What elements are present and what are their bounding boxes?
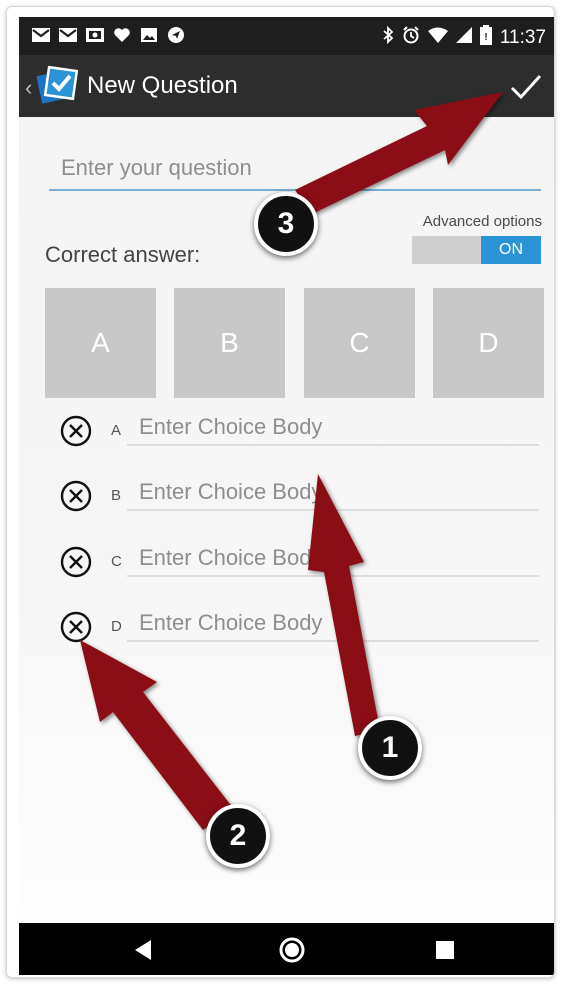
bluetooth-icon <box>382 25 394 50</box>
back-chevron-icon[interactable]: ‹ <box>25 75 32 101</box>
app-logo-icon[interactable] <box>36 65 81 105</box>
confirm-checkmark-icon[interactable] <box>506 66 546 106</box>
signal-icon <box>455 27 472 49</box>
choice-letter: A <box>111 422 122 439</box>
status-time: 11:37 <box>499 27 546 48</box>
callout-3: 3 <box>254 192 318 256</box>
photo-icon <box>85 26 105 44</box>
status-bar: ! 11:37 <box>19 17 554 55</box>
choice-body-input[interactable] <box>127 541 539 577</box>
toggle-state: ON <box>481 236 541 264</box>
home-circle-icon[interactable] <box>277 935 307 965</box>
question-input[interactable] <box>49 147 541 191</box>
choice-letter: B <box>111 487 122 504</box>
answer-button-d[interactable]: D <box>433 288 544 398</box>
image-icon <box>139 26 159 44</box>
navigation-bar <box>19 923 554 975</box>
choice-row-c: C <box>59 541 539 581</box>
choice-body-input[interactable] <box>127 410 539 446</box>
phone-screen: ! 11:37 ‹ New Question Advanced options <box>19 17 554 975</box>
choice-letter: D <box>111 618 122 635</box>
remove-choice-icon[interactable] <box>59 479 93 513</box>
callout-2: 2 <box>206 804 270 868</box>
choice-letter: C <box>111 553 122 570</box>
alarm-icon <box>402 26 420 50</box>
choice-row-b: B <box>59 475 539 515</box>
system-status: ! 11:37 <box>382 25 546 51</box>
gmail-icon <box>58 26 78 44</box>
recents-square-icon[interactable] <box>430 935 460 965</box>
choice-body-input[interactable] <box>127 475 539 511</box>
navigation-icon <box>166 26 186 44</box>
callout-1: 1 <box>358 716 422 780</box>
choice-row-d: D <box>59 606 539 646</box>
advanced-options-toggle[interactable]: ON <box>412 236 541 264</box>
answer-button-b[interactable]: B <box>174 288 285 398</box>
battery-icon: ! <box>479 25 492 51</box>
remove-choice-icon[interactable] <box>59 545 93 579</box>
svg-text:!: ! <box>484 32 487 43</box>
page-title: New Question <box>87 72 238 99</box>
choice-body-input[interactable] <box>127 606 539 642</box>
correct-answer-label: Correct answer: <box>45 242 201 267</box>
back-triangle-icon[interactable] <box>129 935 159 965</box>
answer-button-c[interactable]: C <box>304 288 415 398</box>
remove-choice-icon[interactable] <box>59 610 93 644</box>
choice-row-a: A <box>59 410 539 450</box>
answer-button-a[interactable]: A <box>45 288 156 398</box>
gmail-icon <box>31 26 51 44</box>
wifi-icon <box>427 27 448 49</box>
screenshot-frame: ! 11:37 ‹ New Question Advanced options <box>6 6 555 978</box>
remove-choice-icon[interactable] <box>59 414 93 448</box>
notification-icons <box>31 26 186 44</box>
action-bar: ‹ New Question <box>19 55 554 117</box>
advanced-options-label: Advanced options <box>422 213 542 230</box>
heart-icon <box>112 26 132 44</box>
